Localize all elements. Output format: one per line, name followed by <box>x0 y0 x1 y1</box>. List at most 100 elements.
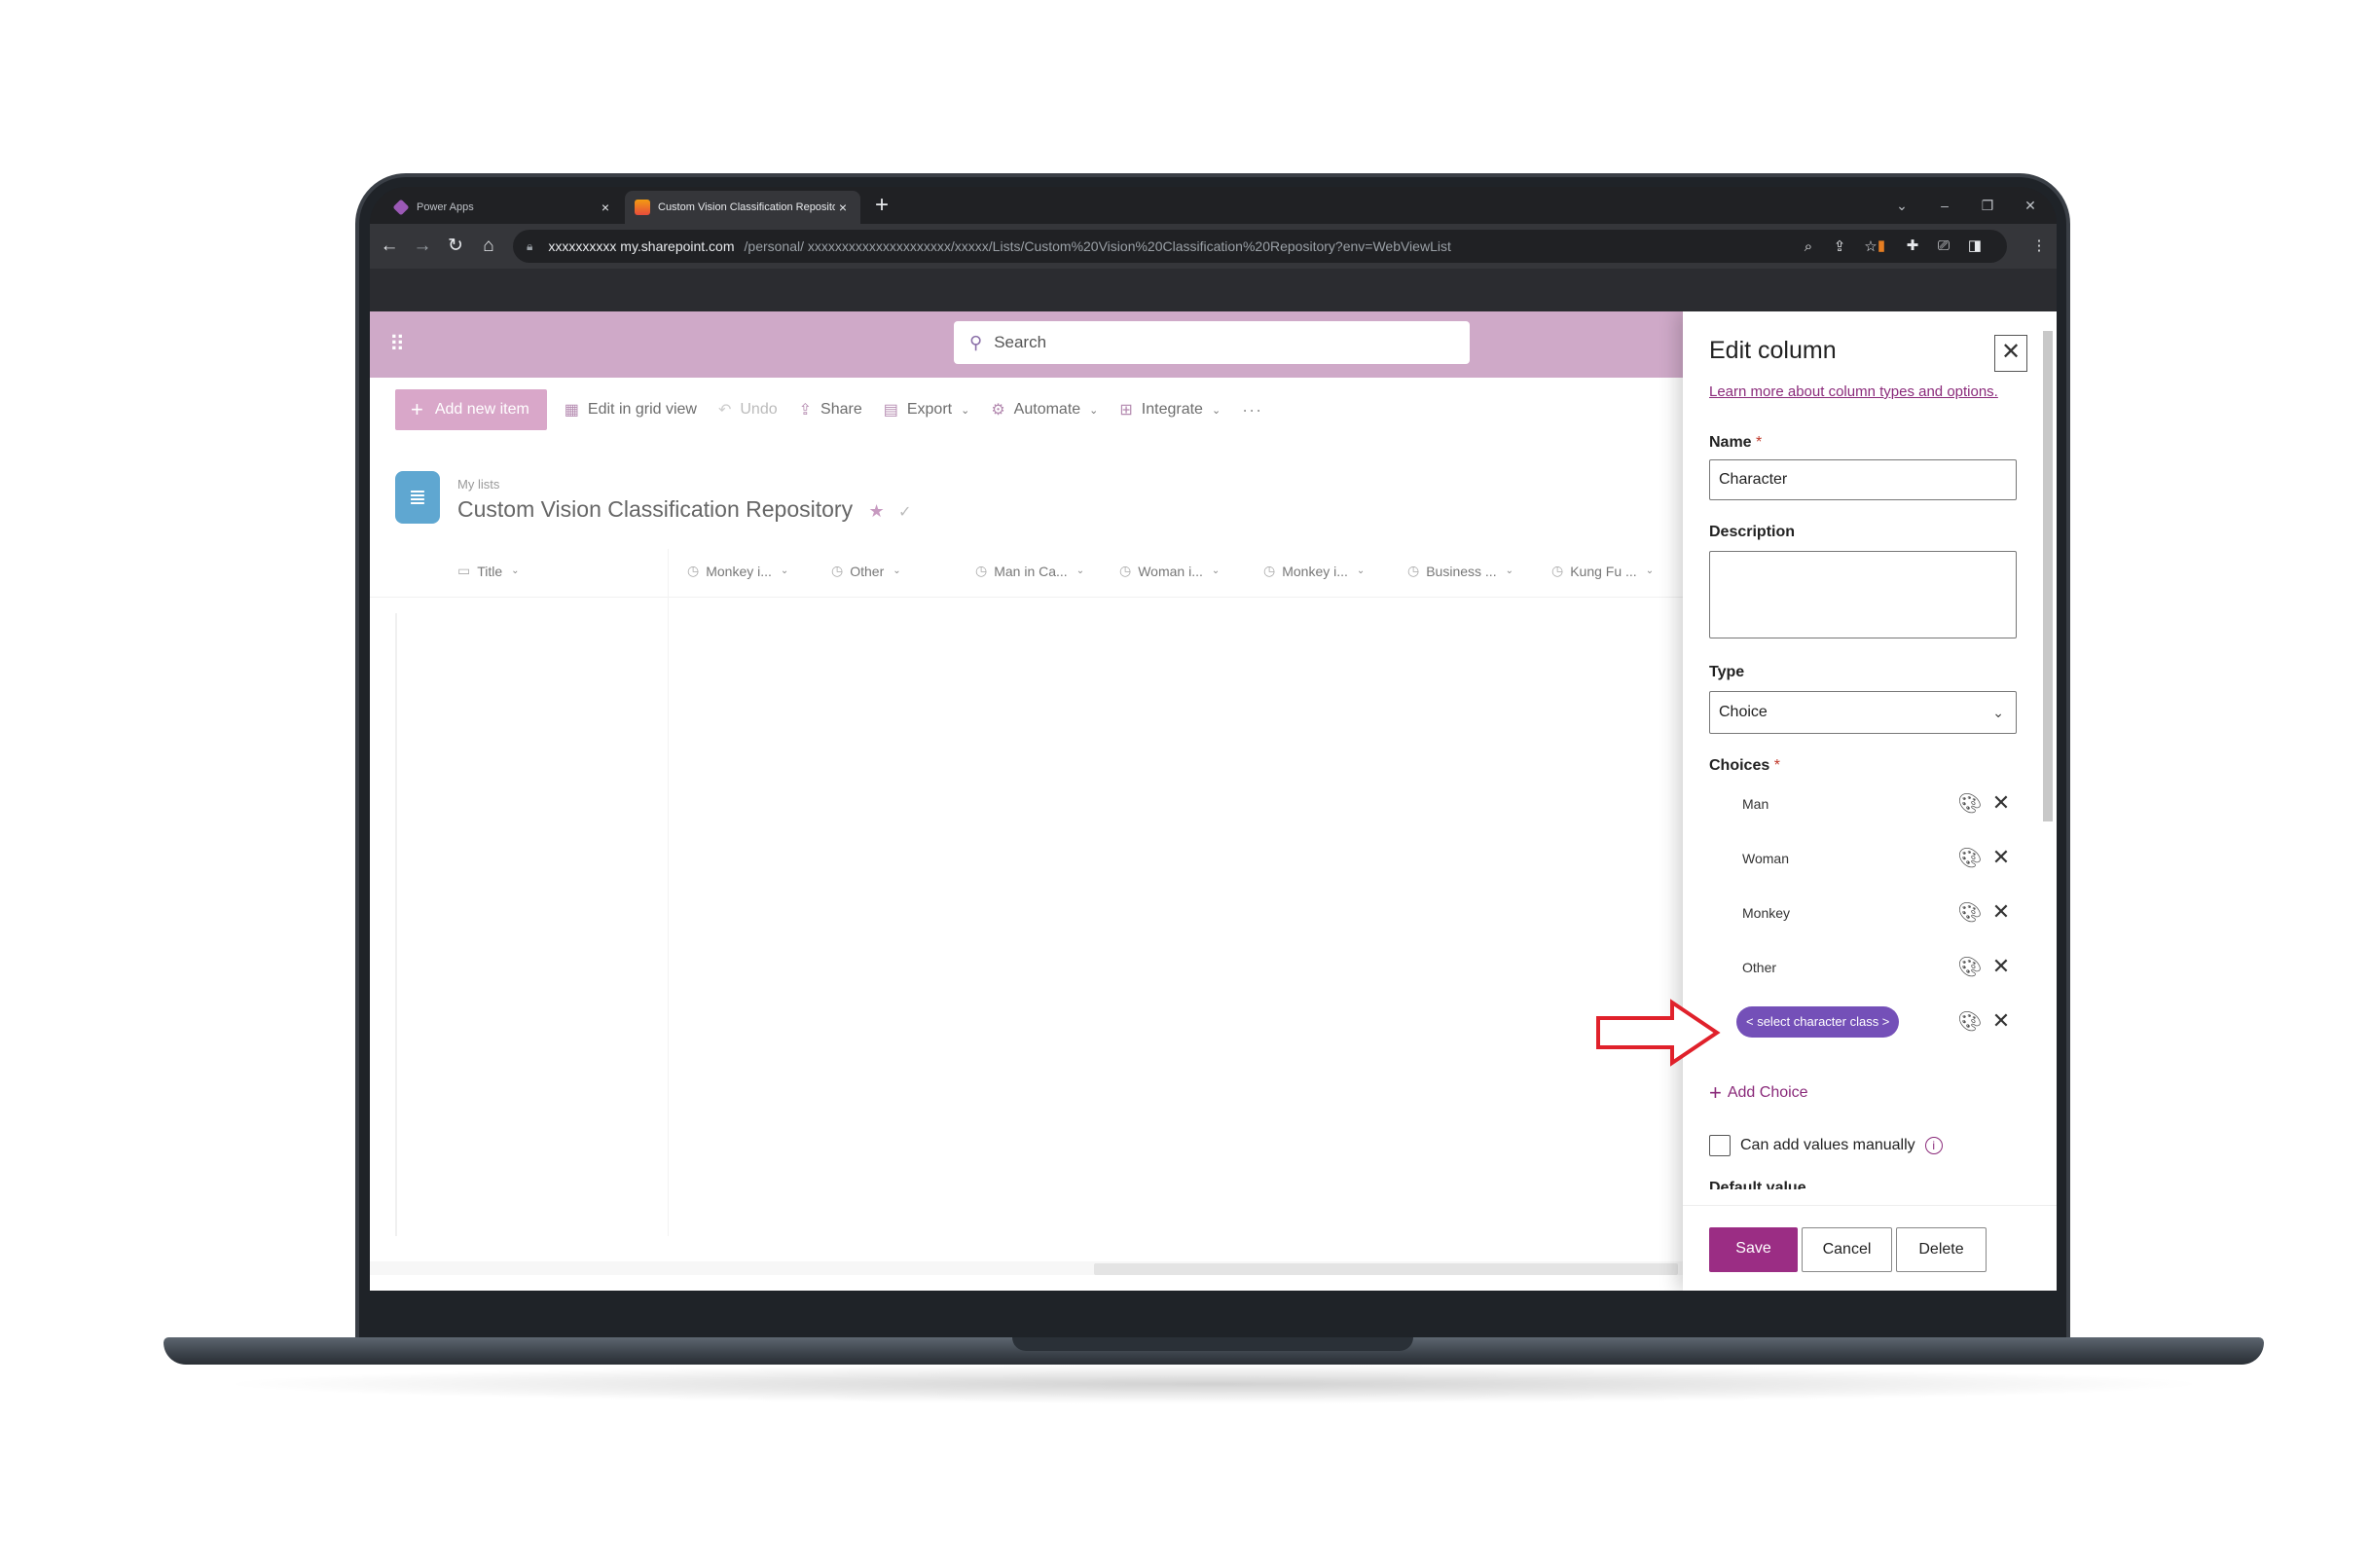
required-mark: * <box>1756 434 1763 451</box>
chevron-down-icon: ⌄ <box>1992 705 2004 720</box>
row-gutter <box>395 613 397 1236</box>
panel-scrollbar[interactable] <box>2043 331 2053 821</box>
column-label: Kung Fu ... <box>1570 563 1637 579</box>
column-header[interactable]: ◷ Business ... ⌄ <box>1407 563 1513 579</box>
delete-choice-icon[interactable]: ✕ <box>1987 843 2015 872</box>
undo-button[interactable]: ↶ Undo <box>718 400 778 419</box>
window-close-icon[interactable]: ✕ <box>2017 193 2044 218</box>
restore-icon[interactable]: ❐ <box>1974 193 2001 218</box>
list-icon: ≣ <box>395 471 440 524</box>
export-button[interactable]: ▤ Export ⌄ <box>884 400 970 419</box>
favorite-star-icon[interactable]: ★ <box>868 501 884 521</box>
add-choice-button[interactable]: + Add Choice <box>1709 1080 1808 1106</box>
new-choice-pill[interactable]: < select character class > <box>1736 1006 1900 1038</box>
palette-icon[interactable]: 🎨︎ <box>1956 845 1984 872</box>
column-header[interactable]: ◷ Kung Fu ... ⌄ <box>1551 563 1654 579</box>
add-new-item-label: Add new item <box>434 401 529 418</box>
edit-grid-button[interactable]: ▦ Edit in grid view <box>565 400 697 419</box>
power-apps-icon <box>392 199 410 216</box>
type-label: Type <box>1709 664 1745 680</box>
menu-kebab-icon[interactable]: ⋮ <box>2028 236 2050 257</box>
app-launcher-icon[interactable]: ⠿ <box>383 331 411 358</box>
delete-choice-icon[interactable]: ✕ <box>1987 1006 2015 1036</box>
chevron-down-icon: ⌄ <box>1211 565 1221 576</box>
palette-icon[interactable]: 🎨︎ <box>1956 1008 1984 1036</box>
address-bar[interactable]: 🔒︎ xxxxxxxxxx my.sharepoint.com /persona… <box>513 230 2007 263</box>
delete-choice-icon[interactable]: ✕ <box>1987 897 2015 927</box>
close-icon[interactable]: × <box>835 200 851 215</box>
cancel-button[interactable]: Cancel <box>1802 1227 1892 1272</box>
close-icon[interactable]: ✕ <box>1994 335 2027 372</box>
forward-icon[interactable]: → <box>409 233 436 260</box>
share-icon: ⇪ <box>798 402 813 419</box>
cast-icon[interactable]: ⎚ <box>1933 236 1954 257</box>
extension-icon[interactable]: ▮ <box>1871 236 1892 257</box>
choices-label-text: Choices <box>1709 757 1770 774</box>
choice-field-icon: ◷ <box>831 563 844 578</box>
chevron-down-icon: ⌄ <box>511 565 520 576</box>
puzzle-icon[interactable]: ✚ <box>1902 236 1923 257</box>
breadcrumb[interactable]: My lists <box>457 477 499 492</box>
choice-row: Woman 🎨︎ ✕ <box>1709 841 2017 880</box>
laptop-screen: Power Apps × Custom Vision Classificatio… <box>370 187 2057 1291</box>
column-header-title[interactable]: ▭ Title ⌄ <box>457 563 520 579</box>
share-button[interactable]: ⇪ Share <box>799 400 862 419</box>
choice-value[interactable]: Monkey <box>1742 905 1790 921</box>
name-field[interactable]: Character <box>1709 459 2017 500</box>
default-value-label: Default value <box>1709 1180 1806 1189</box>
excel-icon: ▤ <box>883 402 898 419</box>
delete-choice-icon[interactable]: ✕ <box>1987 788 2015 818</box>
search-input[interactable]: ⚲ Search <box>954 321 1470 364</box>
choice-value[interactable]: Woman <box>1742 851 1789 866</box>
column-label: Title <box>477 563 503 579</box>
type-dropdown[interactable]: Choice ⌄ <box>1709 691 2017 734</box>
share-icon[interactable]: ⇪ <box>1829 237 1850 258</box>
column-header[interactable]: ◷ Monkey i... ⌄ <box>1263 563 1365 579</box>
new-tab-button[interactable]: + <box>868 193 895 220</box>
zoom-icon[interactable]: ⌕ <box>1798 237 1819 258</box>
url-path: /personal/ xxxxxxxxxxxxxxxxxxxxx/xxxxx/L… <box>744 238 1451 254</box>
lock-icon: 🔒︎ <box>527 238 533 253</box>
more-commands-button[interactable]: ··· <box>1242 400 1262 420</box>
integrate-button[interactable]: ⊞ Integrate ⌄ <box>1119 400 1221 419</box>
tab-custom-vision[interactable]: Custom Vision Classification Repository … <box>625 191 860 224</box>
column-header[interactable]: ◷ Other ⌄ <box>831 563 901 579</box>
column-header[interactable]: ◷ Man in Ca... ⌄ <box>975 563 1084 579</box>
home-icon[interactable]: ⌂ <box>475 233 502 260</box>
chevron-down-icon: ⌄ <box>1076 565 1085 576</box>
scrollbar-thumb[interactable] <box>1094 1263 1678 1275</box>
suite-bar: ⠿ ⚲ Search <box>370 311 1683 378</box>
sidepanel-icon[interactable]: ◨ <box>1964 236 1986 257</box>
list-favicon-icon <box>635 200 650 215</box>
minimize-icon[interactable]: – <box>1931 193 1958 218</box>
save-button[interactable]: Save <box>1709 1227 1798 1272</box>
add-new-item-button[interactable]: + Add new item <box>395 389 547 430</box>
column-header[interactable]: ◷ Woman i... ⌄ <box>1119 563 1220 579</box>
reload-icon[interactable]: ↻ <box>442 233 469 260</box>
back-icon[interactable]: ← <box>376 233 403 260</box>
learn-more-link[interactable]: Learn more about column types and option… <box>1709 383 1998 400</box>
laptop-notch <box>1012 1337 1413 1351</box>
description-field[interactable] <box>1709 551 2017 638</box>
delete-choice-icon[interactable]: ✕ <box>1987 952 2015 981</box>
name-label-text: Name <box>1709 434 1752 451</box>
column-header[interactable]: ◷ Monkey i... ⌄ <box>687 563 788 579</box>
palette-icon[interactable]: 🎨︎ <box>1956 790 1984 818</box>
close-icon[interactable]: × <box>598 200 613 215</box>
choice-value[interactable]: Man <box>1742 796 1768 812</box>
edit-column-panel: Edit column ✕ Learn more about column ty… <box>1683 311 2057 1291</box>
delete-button[interactable]: Delete <box>1896 1227 1987 1272</box>
info-icon[interactable]: i <box>1924 1137 1943 1154</box>
palette-icon[interactable]: 🎨︎ <box>1956 899 1984 927</box>
chevron-down-icon: ⌄ <box>1356 565 1366 576</box>
page-title: Custom Vision Classification Repository … <box>457 496 911 523</box>
tab-power-apps[interactable]: Power Apps × <box>383 191 623 224</box>
undo-icon: ↶ <box>717 402 732 419</box>
choice-value[interactable]: Other <box>1742 960 1776 975</box>
laptop-shadow <box>214 1365 2213 1404</box>
manual-values-checkbox[interactable] <box>1709 1135 1731 1156</box>
check-circle-icon: ✓ <box>898 504 912 521</box>
chevron-down-icon[interactable]: ⌄ <box>1888 193 1915 218</box>
automate-button[interactable]: ⚙ Automate ⌄ <box>991 400 1098 419</box>
palette-icon[interactable]: 🎨︎ <box>1956 954 1984 981</box>
